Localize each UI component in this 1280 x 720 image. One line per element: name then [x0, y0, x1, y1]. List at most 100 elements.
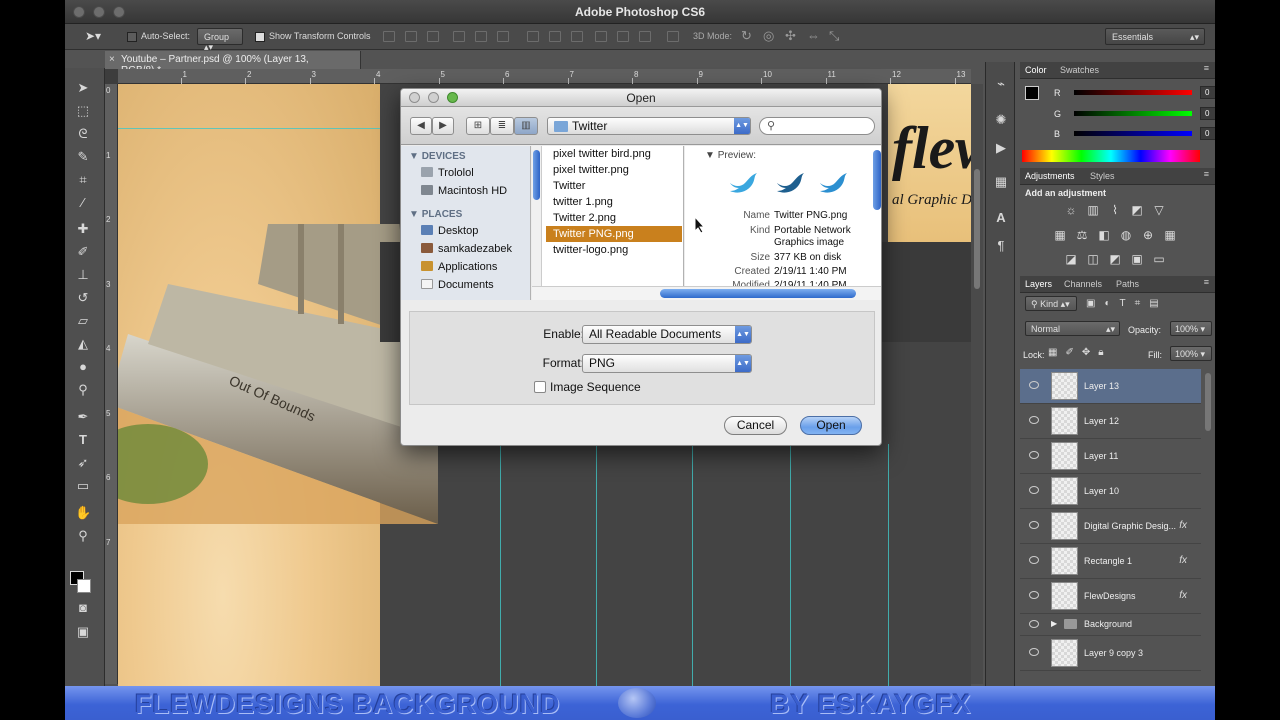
brush-presets-icon[interactable]: ✺ — [993, 112, 1009, 128]
workspace-dropdown[interactable]: Essentials ▴▾ — [1105, 28, 1205, 45]
distribute-bottom-icon[interactable] — [571, 31, 583, 42]
panel-menu-icon[interactable]: ≡ — [1204, 169, 1209, 179]
character-panel-icon[interactable]: A — [993, 210, 1009, 226]
layer-row[interactable]: Layer 10 — [1020, 474, 1201, 509]
invert-icon[interactable]: ◪ — [1064, 252, 1078, 266]
3d-scale-icon[interactable]: ⤡ — [829, 28, 839, 44]
layer-effects-icon[interactable]: fx — [1179, 590, 1187, 601]
file-item[interactable]: pixel twitter bird.png — [550, 146, 682, 162]
brush-tool-icon[interactable]: ✐ — [75, 244, 91, 260]
open-button[interactable]: Open — [800, 416, 862, 435]
paint-bucket-icon[interactable]: ◭ — [75, 336, 91, 352]
sidebar-item-macintosh-hd[interactable]: Macintosh HD — [421, 185, 507, 197]
vertical-ruler[interactable]: 0 1 2 3 4 5 6 7 — [105, 84, 118, 684]
tab-channels[interactable]: Channels — [1064, 279, 1102, 289]
dodge-tool-icon[interactable]: ⚲ — [75, 382, 91, 398]
fill-field[interactable]: 100% ▾ — [1170, 346, 1212, 361]
blue-value[interactable]: 0 — [1200, 127, 1215, 140]
document-tab[interactable]: × Youtube – Partner.psd @ 100% (Layer 13… — [105, 51, 361, 76]
search-input[interactable]: ⚲ — [759, 117, 875, 135]
visibility-eye-icon[interactable] — [1029, 416, 1039, 424]
visibility-eye-icon[interactable] — [1029, 451, 1039, 459]
lasso-tool-icon[interactable]: ᘓ — [75, 126, 91, 142]
tab-adjustments[interactable]: Adjustments — [1025, 171, 1075, 181]
distribute-left-icon[interactable] — [595, 31, 607, 42]
layer-row[interactable]: Layer 12 — [1020, 404, 1201, 439]
levels-icon[interactable]: ▥ — [1086, 203, 1100, 217]
3d-roll-icon[interactable]: ◎ — [763, 28, 774, 44]
blend-mode-dropdown[interactable]: Normal ▴▾ — [1025, 321, 1120, 336]
eyedropper-tool-icon[interactable]: ⁄ — [75, 195, 91, 211]
green-track[interactable] — [1074, 111, 1192, 116]
lock-icons[interactable]: ▦✐✥🔒︎ — [1048, 347, 1112, 358]
canvas-scroll-thumb[interactable] — [974, 169, 980, 289]
canvas-scrollbar[interactable] — [971, 84, 983, 684]
foreground-color-chip[interactable] — [1025, 86, 1039, 100]
zoom-tool-icon[interactable]: ⚲ — [75, 528, 91, 544]
icon-view-button[interactable]: ⊞ — [466, 117, 490, 135]
tab-swatches[interactable]: Swatches — [1060, 65, 1099, 75]
marquee-tool-icon[interactable]: ⬚ — [75, 103, 91, 119]
visibility-eye-icon[interactable] — [1029, 381, 1039, 389]
close-document-icon[interactable]: × — [109, 54, 115, 65]
tab-layers[interactable]: Layers — [1025, 279, 1052, 289]
exposure-icon[interactable]: ◩ — [1130, 203, 1144, 217]
quick-mask-icon[interactable]: ◙ — [75, 600, 91, 616]
stamp-tool-icon[interactable]: ⊥ — [75, 267, 91, 283]
actions-panel-icon[interactable]: ▶ — [993, 140, 1009, 156]
visibility-eye-icon[interactable] — [1029, 486, 1039, 494]
layer-row[interactable]: Digital Graphic Desig... fx — [1020, 509, 1201, 544]
align-bottom-icon[interactable] — [427, 31, 439, 42]
align-right-icon[interactable] — [497, 31, 509, 42]
selective-color-icon[interactable]: ▣ — [1130, 252, 1144, 266]
align-vcenter-icon[interactable] — [405, 31, 417, 42]
tab-styles[interactable]: Styles — [1090, 171, 1115, 181]
quick-select-tool-icon[interactable]: ✎ — [75, 149, 91, 165]
expand-group-icon[interactable]: ▶ — [1051, 619, 1057, 628]
distribute-hcenter-icon[interactable] — [617, 31, 629, 42]
opacity-field[interactable]: 100% ▾ — [1170, 321, 1212, 336]
photo-filter-icon[interactable]: ◍ — [1119, 228, 1133, 242]
black-white-icon[interactable]: ◧ — [1097, 228, 1111, 242]
visibility-eye-icon[interactable] — [1029, 556, 1039, 564]
green-value[interactable]: 0 — [1200, 107, 1215, 120]
channel-mixer-icon[interactable]: ⊕ — [1141, 228, 1155, 242]
align-top-icon[interactable] — [383, 31, 395, 42]
curves-icon[interactable]: ⌇ — [1108, 203, 1122, 217]
layer-row[interactable]: Layer 13 — [1020, 369, 1201, 404]
posterize-icon[interactable]: ◫ — [1086, 252, 1100, 266]
folder-item[interactable]: Twitter — [550, 178, 682, 194]
paragraph-panel-icon[interactable]: ¶ — [993, 238, 1009, 254]
color-lookup-icon[interactable]: ▦ — [1163, 228, 1177, 242]
vertical-guide[interactable] — [500, 444, 501, 686]
properties-panel-icon[interactable]: ▦ — [993, 174, 1009, 190]
layer-effects-icon[interactable]: fx — [1179, 555, 1187, 566]
hand-tool-icon[interactable]: ✋ — [75, 505, 91, 521]
show-transform-checkbox[interactable]: Show Transform Controls — [255, 31, 371, 42]
type-tool-icon[interactable]: T — [75, 432, 91, 448]
back-button[interactable]: ◀ — [410, 117, 432, 135]
layer-group-row[interactable]: ▶ Background — [1020, 614, 1201, 636]
checkbox-box[interactable] — [534, 381, 546, 393]
file-item[interactable]: twitter-logo.png — [550, 242, 682, 258]
sidebar-item-home[interactable]: samkadezabek — [421, 243, 512, 255]
layer-row[interactable]: Layer 9 copy 3 — [1020, 636, 1201, 671]
format-popup[interactable]: PNG ▲▼ — [582, 354, 752, 373]
vibrance-icon[interactable]: ▽ — [1152, 203, 1166, 217]
3d-pan-icon[interactable]: ✣ — [785, 28, 796, 44]
panel-menu-icon[interactable]: ≡ — [1204, 63, 1209, 73]
hscroll-thumb[interactable] — [660, 289, 856, 298]
tab-color[interactable]: Color — [1025, 65, 1047, 75]
layers-scroll-thumb[interactable] — [1205, 373, 1211, 431]
layer-row[interactable]: FlewDesigns fx — [1020, 579, 1201, 614]
path-select-icon[interactable]: ➶ — [75, 455, 91, 471]
forward-button[interactable]: ▶ — [432, 117, 454, 135]
color-spectrum[interactable] — [1022, 150, 1200, 162]
history-panel-icon[interactable]: ⌁ — [993, 76, 1009, 92]
sidebar-item-documents[interactable]: Documents — [421, 279, 494, 291]
panel-menu-icon[interactable]: ≡ — [1204, 277, 1209, 287]
healing-tool-icon[interactable]: ✚ — [75, 221, 91, 237]
visibility-eye-icon[interactable] — [1029, 648, 1039, 656]
hue-saturation-icon[interactable]: ▦ — [1053, 228, 1067, 242]
file-item-selected[interactable]: Twitter PNG.png — [546, 226, 682, 242]
